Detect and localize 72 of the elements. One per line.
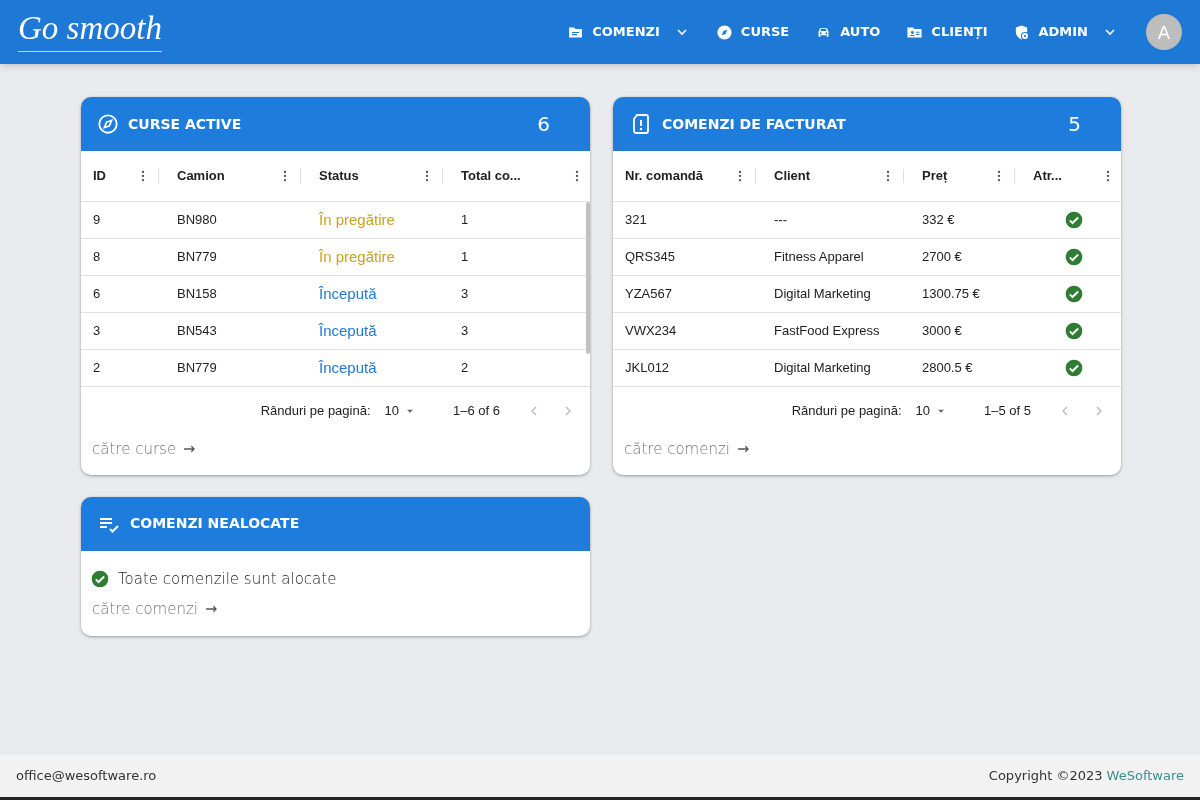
- status-text: Începută: [319, 358, 377, 376]
- rows-per-page-label: Rânduri pe pagină:: [791, 402, 902, 421]
- status-message: Toate comenzile sunt alocate: [118, 568, 337, 590]
- logo[interactable]: Go smooth: [18, 12, 162, 52]
- table-cell: 2700 €: [922, 249, 962, 265]
- email-text: office@wesoftware.ro: [16, 767, 157, 786]
- column-header[interactable]: Client: [774, 166, 881, 186]
- table-cell: 6: [93, 286, 101, 302]
- table-cell: 321: [625, 212, 647, 228]
- table-cell: JKL012: [625, 360, 670, 376]
- count-value: 5: [1068, 111, 1081, 138]
- column-header[interactable]: ID: [93, 166, 136, 186]
- nav-menu-item[interactable]: ADMIN: [1013, 22, 1118, 42]
- table-cell: 1: [461, 212, 469, 228]
- count-value: 6: [537, 111, 550, 138]
- navigation-link[interactable]: către curse: [92, 438, 199, 461]
- scrollbar-thumb[interactable]: [586, 202, 590, 354]
- column-header[interactable]: Nr. comandă: [625, 166, 733, 186]
- table-cell: VWX234: [625, 323, 677, 339]
- nav-menu-item[interactable]: COMENZI: [567, 22, 690, 42]
- table-cell: 1: [461, 249, 469, 265]
- compass-icon: [715, 23, 733, 41]
- navigation-link[interactable]: către comenzi: [624, 438, 752, 461]
- company-link[interactable]: WeSoftware: [1106, 766, 1184, 786]
- navigation-link[interactable]: către comenzi: [92, 598, 220, 621]
- shield-icon: [1013, 23, 1031, 41]
- table-cell: BN779: [177, 360, 217, 376]
- table-cell: 2: [93, 360, 101, 376]
- table-cell: 2800.5 €: [922, 360, 973, 376]
- column-header[interactable]: Camion: [177, 166, 278, 186]
- page-range: 1–6 of 6: [453, 402, 500, 421]
- table-cell: 1300.75 €: [922, 286, 980, 302]
- table-cell: BN980: [177, 212, 217, 228]
- table-cell: YZA567: [625, 286, 672, 302]
- rows-per-page-select[interactable]: 10: [384, 401, 417, 421]
- table-cell: QRS345: [625, 249, 675, 265]
- card-title: COMENZI NEALOCATE: [130, 514, 301, 533]
- nav-menu-item[interactable]: AUTO: [815, 22, 881, 42]
- column-header[interactable]: Preț: [922, 166, 992, 186]
- status-text: Începută: [319, 284, 377, 302]
- table-cell: 3000 €: [922, 323, 962, 339]
- table-cell: BN158: [177, 286, 217, 302]
- card-title: COMENZI DE FACTURAT: [662, 114, 847, 134]
- status-text: Începută: [319, 321, 377, 339]
- table-cell: 3: [461, 323, 469, 339]
- card-title: CURSE ACTIVE: [128, 114, 243, 134]
- table-cell: Digital Marketing: [774, 286, 871, 302]
- table-cell: ---: [774, 212, 787, 228]
- table-cell: FastFood Express: [774, 323, 880, 339]
- status-text: În pregătire: [319, 210, 395, 228]
- table-cell: Digital Marketing: [774, 360, 871, 376]
- check-circle-icon: [90, 568, 110, 589]
- page-range: 1–5 of 5: [984, 402, 1031, 421]
- table-cell: BN543: [177, 323, 217, 339]
- table-cell: 332 €: [922, 212, 955, 228]
- rows-per-page-label: Rânduri pe pagină:: [260, 402, 371, 421]
- table-cell: 3: [93, 323, 101, 339]
- column-header[interactable]: Total co...: [461, 166, 570, 186]
- column-header[interactable]: Atr...: [1033, 166, 1101, 186]
- column-header[interactable]: Status: [319, 166, 420, 186]
- nav-menu-item[interactable]: CLIENȚI: [906, 22, 988, 42]
- table-cell: 9: [93, 212, 101, 228]
- table-cell: Fitness Apparel: [774, 249, 864, 265]
- compass-icon: [97, 113, 119, 135]
- copyright-text: Copyright ©2023: [988, 767, 1103, 786]
- rows-per-page-select[interactable]: 10: [915, 401, 948, 421]
- table-cell: 8: [93, 249, 101, 265]
- table-cell: 3: [461, 286, 469, 302]
- status-text: În pregătire: [319, 247, 395, 265]
- table-cell: BN779: [177, 249, 217, 265]
- nav-menu-item[interactable]: CURSE: [715, 22, 790, 42]
- table-cell: 2: [461, 360, 469, 376]
